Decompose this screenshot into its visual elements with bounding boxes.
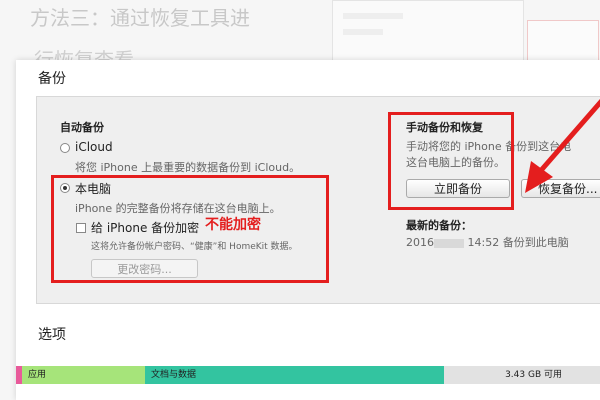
itunes-backup-panel: 备份 自动备份 iCloud 将您 iPhone 上最重要的数据备份到 iClo… bbox=[16, 60, 600, 400]
backup-box: 自动备份 iCloud 将您 iPhone 上最重要的数据备份到 iCloud。… bbox=[36, 96, 600, 304]
latest-backup-info: 2016 14:52 备份到此电脑 bbox=[406, 234, 569, 250]
annotation-box-this-computer bbox=[51, 175, 329, 283]
annotation-arrow bbox=[525, 98, 600, 193]
auto-backup-title: 自动备份 bbox=[60, 121, 104, 134]
latest-backup-year: 2016 bbox=[406, 236, 434, 249]
icloud-description: 将您 iPhone 上最重要的数据备份到 iCloud。 bbox=[75, 161, 301, 174]
storage-bar: 应用 文档与数据 3.43 GB 可用 bbox=[16, 366, 600, 384]
redacted-date bbox=[434, 238, 464, 248]
backup-section-title: 备份 bbox=[38, 71, 66, 87]
article-thumbnail-highlight bbox=[527, 20, 599, 64]
icloud-radio[interactable] bbox=[60, 143, 70, 153]
article-heading: 方法三：通过恢复工具进 bbox=[30, 6, 250, 30]
storage-segment-free: 3.43 GB 可用 bbox=[444, 366, 600, 384]
storage-segment-documents: 文档与数据 bbox=[145, 366, 444, 384]
annotation-box-manual-backup bbox=[388, 112, 514, 210]
latest-backup-title: 最新的备份： bbox=[406, 219, 472, 232]
latest-backup-text: 14:52 备份到此电脑 bbox=[467, 236, 569, 249]
options-section-title: 选项 bbox=[38, 327, 66, 343]
article-thumbnail bbox=[332, 0, 524, 64]
storage-segment-apps: 应用 bbox=[22, 366, 145, 384]
icloud-label[interactable]: iCloud bbox=[75, 140, 113, 154]
